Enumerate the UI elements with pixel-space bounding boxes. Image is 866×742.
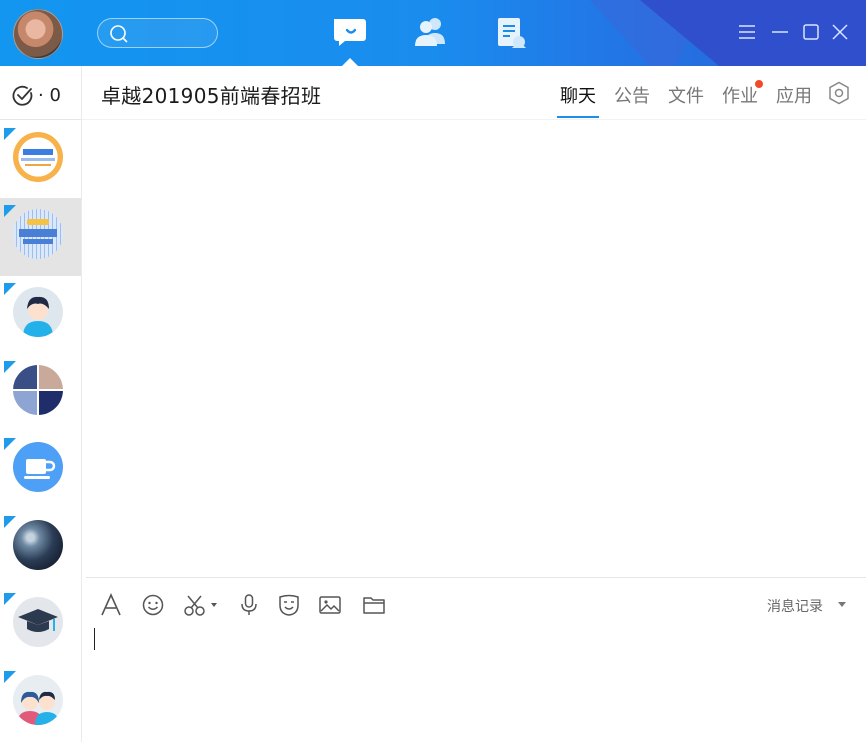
divider [82,119,866,120]
cup-avatar [13,442,63,492]
chevron-down-icon[interactable] [838,602,846,607]
screenshot-button[interactable] [182,592,220,618]
todo-count: · 0 [38,85,61,106]
unread-flag [4,205,16,217]
unread-flag [4,438,16,450]
unread-flag [4,283,16,295]
conversation-photo-grid[interactable] [0,354,81,432]
unread-flag [4,516,16,528]
photo-grid-avatar [13,365,63,415]
font-button[interactable] [98,592,124,618]
chat-nav[interactable] [333,16,369,52]
unread-flag [4,128,16,140]
menu-icon [739,25,755,39]
minimize-button[interactable] [769,21,791,43]
emoji-icon [142,594,164,616]
image-icon [319,596,341,614]
microphone-icon [241,594,257,615]
graduation-avatar [13,597,63,647]
group-avatar [13,132,63,182]
close-icon [832,24,848,40]
active-tab-indicator [557,116,599,118]
folder-icon [363,597,385,614]
hexagon-settings-icon [829,81,849,105]
night-sky-avatar [13,520,63,570]
couple-avatar [13,675,63,725]
contacts-icon [415,18,445,46]
unread-flag [4,671,16,683]
close-button[interactable] [829,21,851,43]
emoji-button[interactable] [140,592,166,618]
conversation-couple[interactable] [0,664,81,742]
search-box[interactable] [97,18,218,48]
conversation-zhuoyue-group[interactable] [0,121,81,199]
sticker-button[interactable] [276,592,302,618]
font-icon [101,593,121,616]
conversation-sidebar: · 0 [0,66,82,742]
document-icon [498,18,526,48]
title-bar [0,0,866,66]
unread-flag [4,593,16,605]
voice-button[interactable] [236,592,262,618]
screenshot-icon [184,595,217,616]
docs-nav[interactable] [495,16,529,54]
check-circle-icon [12,85,33,106]
tab-chat[interactable]: 聊天 [560,82,596,108]
tab-apps[interactable]: 应用 [776,82,812,108]
conversation-cup[interactable] [0,431,81,509]
conversation-boy-avatar[interactable] [0,276,81,354]
unread-flag [4,361,16,373]
conversation-night-sky[interactable] [0,509,81,587]
menu-button[interactable] [736,21,758,43]
conversation-graduation[interactable] [0,586,81,664]
contacts-nav[interactable] [412,16,450,52]
tab-files[interactable]: 文件 [668,82,704,108]
file-button[interactable] [361,592,387,618]
sticker-icon [279,594,299,616]
user-avatar[interactable] [13,9,63,59]
chat-bubble-icon [334,19,366,46]
message-history-button[interactable]: 消息记录 [767,596,823,616]
conversation-201905-class[interactable] [0,198,81,276]
chat-title: 卓越201905前端春招班 [101,84,322,108]
active-nav-pointer [341,58,359,66]
homework-notification-dot [755,80,763,88]
tab-homework[interactable]: 作业 [722,82,758,108]
maximize-icon [803,24,819,40]
minimize-icon [772,31,788,33]
maximize-button[interactable] [800,21,822,43]
image-button[interactable] [317,592,343,618]
qq-chat-window: · 0 卓越201905前端春招班 聊天 公告 文件 作业 应用 消息记录 [0,0,866,742]
divider [86,577,866,578]
boy-avatar [13,287,63,337]
group-avatar [13,209,63,259]
todo-counter[interactable]: · 0 [0,66,81,120]
tab-announcement[interactable]: 公告 [614,82,650,108]
message-input-cursor[interactable] [94,628,95,650]
group-settings-button[interactable] [827,81,851,109]
search-icon [110,25,128,43]
